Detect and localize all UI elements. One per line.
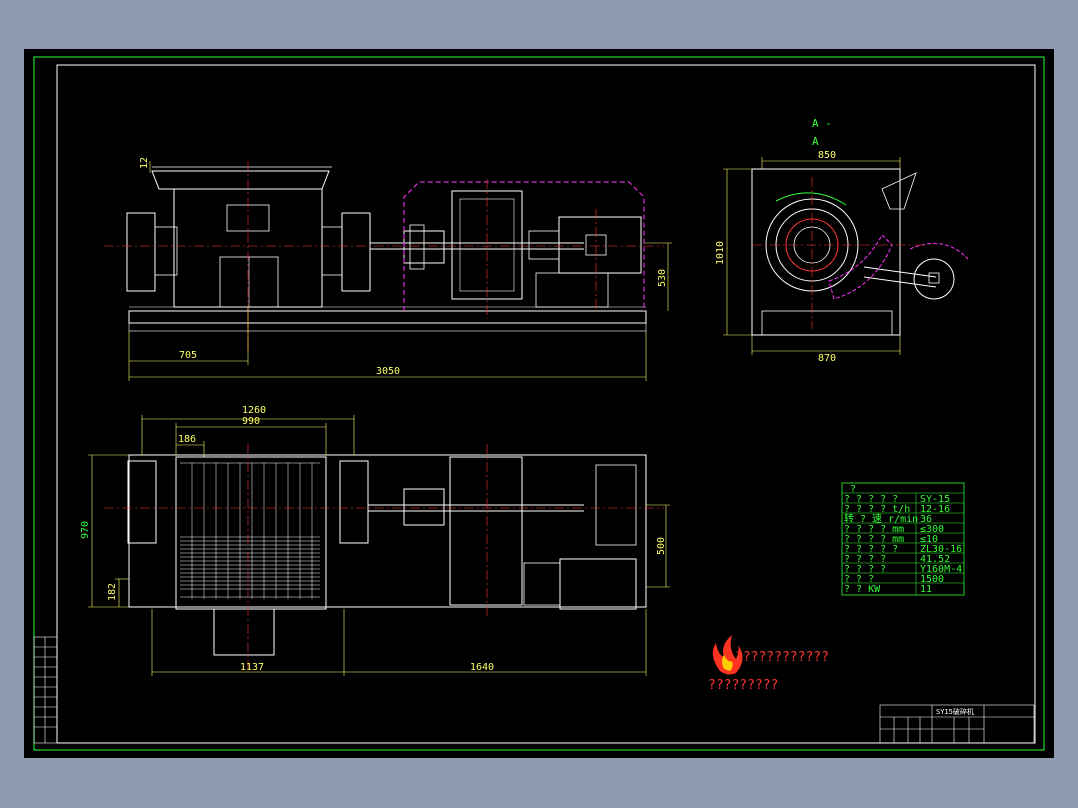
top-flywheel bbox=[449, 456, 523, 606]
dim-990: 990 bbox=[242, 416, 260, 427]
feed-hopper bbox=[151, 170, 330, 190]
dim-705: 705 bbox=[179, 350, 197, 361]
tech-table: ? ? ? ? ? ? SY-15 ? ? ? ? t/h 12-16 转 ? … bbox=[841, 482, 965, 596]
dim-12: 12 bbox=[139, 157, 150, 169]
logo-line1: ???????????? bbox=[735, 650, 829, 665]
top-motor bbox=[559, 558, 637, 610]
tech-row-power-value: 11 bbox=[920, 584, 932, 595]
bearing-right bbox=[341, 212, 371, 292]
grate-bars bbox=[180, 462, 320, 599]
dim-1137: 1137 bbox=[240, 662, 264, 673]
top-base-frame bbox=[128, 454, 647, 608]
section-label-bottom: A bbox=[812, 135, 819, 148]
logo-line2: ????????? bbox=[708, 678, 778, 693]
dim-1260: 1260 bbox=[242, 405, 266, 416]
drawing-number: SY15破碎机 bbox=[936, 707, 974, 716]
dim-1640: 1640 bbox=[470, 662, 494, 673]
front-view: 705 3050 530 12 bbox=[104, 157, 672, 381]
eccentric-wheel bbox=[913, 258, 955, 300]
dim-530: 530 bbox=[657, 269, 668, 287]
cad-drawing: 705 3050 530 12 A - A 850 1010 870 1260 … bbox=[33, 56, 1045, 751]
dim-1010: 1010 bbox=[715, 241, 726, 265]
top-crusher-housing bbox=[175, 456, 327, 610]
dim-500: 500 bbox=[656, 537, 667, 555]
logo: ???????????? ????????? bbox=[708, 635, 829, 693]
base-frame bbox=[128, 310, 647, 324]
side-strip-table bbox=[33, 636, 58, 744]
section-label-top: A - bbox=[812, 117, 832, 130]
dim-186: 186 bbox=[178, 434, 196, 445]
dim-970: 970 bbox=[80, 521, 91, 539]
top-view: 1260 990 186 970 182 500 1137 1640 bbox=[80, 405, 670, 676]
motor bbox=[558, 216, 642, 274]
section-view: 850 1010 870 bbox=[715, 150, 969, 364]
dim-850: 850 bbox=[818, 150, 836, 161]
bearing-left bbox=[126, 212, 156, 292]
drawing-sheet: 705 3050 530 12 A - A 850 1010 870 1260 … bbox=[24, 49, 1054, 758]
dim-182: 182 bbox=[107, 583, 118, 601]
dim-870: 870 bbox=[818, 353, 836, 364]
dim-3050: 3050 bbox=[376, 366, 400, 377]
section-housing bbox=[751, 168, 901, 336]
tech-row-power-label: ? ? KW bbox=[844, 584, 881, 595]
